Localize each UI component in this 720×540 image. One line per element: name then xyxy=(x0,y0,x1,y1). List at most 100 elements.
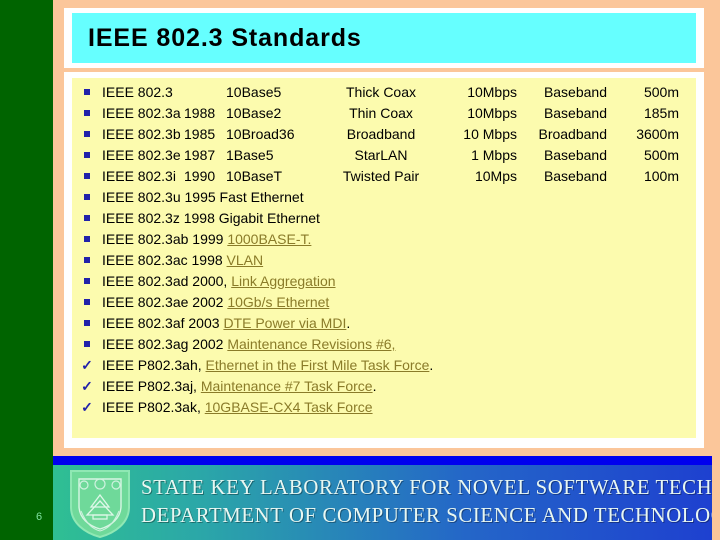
standard-label: IEEE P802.3ah, xyxy=(102,357,206,373)
standards-list-item-text: IEEE 802.3ag 2002 Maintenance Revisions … xyxy=(102,336,395,352)
standards-list-item-text: IEEE 802.3ae 2002 10Gb/s Ethernet xyxy=(102,294,329,310)
standards-table-row: IEEE 802.3a 1988 10Base2 Thin Coax 10Mbps Bas… xyxy=(72,103,696,124)
standards-list-item: IEEE 802.3z 1998 Gigabit Ethernet xyxy=(72,208,696,229)
standard-link[interactable]: Maintenance #7 Task Force xyxy=(201,378,373,394)
square-bullet-icon xyxy=(72,124,102,145)
left-green-bar xyxy=(0,0,53,456)
standard-name: IEEE 802.3b xyxy=(102,126,181,142)
square-bullet-icon xyxy=(72,292,102,313)
standards-list-item: ✓ IEEE P802.3ak, 10GBASE-CX4 Task Force xyxy=(72,397,696,418)
square-bullet-icon xyxy=(72,250,102,271)
standard-label: IEEE 802.3ac 1998 xyxy=(102,252,227,268)
standard-name: IEEE 802.3i xyxy=(102,168,176,184)
standard-link[interactable]: DTE Power via MDI xyxy=(223,315,346,331)
check-bullet-icon: ✓ xyxy=(81,357,93,373)
standards-list-item-text: IEEE 802.3ab 1999 1000BASE-T. xyxy=(102,231,311,247)
standard-label: IEEE 802.3af 2003 xyxy=(102,315,224,331)
standard-rate: 10Mbps xyxy=(467,105,517,121)
square-bullet-icon xyxy=(72,334,102,355)
standards-list-item: IEEE 802.3ac 1998 VLAN xyxy=(72,250,696,271)
standards-list-item-text: IEEE 802.3ac 1998 VLAN xyxy=(102,252,263,268)
standard-name: IEEE 802.3a xyxy=(102,105,181,121)
standard-suffix: . xyxy=(372,378,377,394)
check-bullet-icon: ✓ xyxy=(81,399,93,415)
standard-distance: 100m xyxy=(643,168,679,184)
square-bullet-icon xyxy=(72,271,102,292)
standard-designation: 1Base5 xyxy=(226,147,274,163)
standard-label: IEEE 802.3u 1995 Fast Ethernet xyxy=(102,189,304,205)
square-bullet-icon xyxy=(72,103,102,124)
standards-list-item: IEEE 802.3ae 2002 10Gb/s Ethernet xyxy=(72,292,696,313)
standards-table-row: IEEE 802.3b 1985 10Broad36 Broadband 10 Mbps… xyxy=(72,124,696,145)
standard-label: IEEE 802.3ad 2000, xyxy=(102,273,232,289)
standard-name: IEEE 802.3e xyxy=(102,147,181,163)
standard-link[interactable]: VLAN xyxy=(227,252,264,268)
standards-list-item: ✓ IEEE P802.3aj, Maintenance #7 Task Forc… xyxy=(72,376,696,397)
standard-label: IEEE P802.3ak, xyxy=(102,399,205,415)
standard-media: StarLAN xyxy=(354,147,408,163)
footer-line-department: DEPARTMENT OF COMPUTER SCIENCE AND TECHN… xyxy=(141,503,720,527)
square-bullet-icon xyxy=(72,82,102,103)
standards-list-item: ✓ IEEE P802.3ah, Ethernet in the First Mi… xyxy=(72,355,696,376)
title-box: IEEE 802.3 Standards xyxy=(72,13,696,63)
standard-name: IEEE 802.3 xyxy=(102,84,173,100)
standard-signaling: Baseband xyxy=(543,105,607,121)
standard-media: Thick Coax xyxy=(345,84,417,100)
check-bullet-icon: ✓ xyxy=(81,378,93,394)
footer-banner: STATE KEY LABORATORY FOR NOVEL SOFTWARE … xyxy=(53,465,720,540)
standard-year: 1987 xyxy=(184,147,216,163)
standard-media: Thin Coax xyxy=(349,105,413,121)
square-bullet-icon xyxy=(72,166,102,187)
standard-link[interactable]: Ethernet in the First Mile Task Force xyxy=(206,357,430,373)
standards-table-row: IEEE 802.3i 1990 10BaseT Twisted Pair 10Mps B… xyxy=(72,166,696,187)
standard-media: Broadband xyxy=(346,126,416,142)
standard-designation: 10Broad36 xyxy=(226,126,295,142)
standard-designation: 10BaseT xyxy=(226,168,283,184)
standards-table-row: IEEE 802.3e 1987 1Base5 StarLAN 1 Mbps Baseba… xyxy=(72,145,696,166)
standard-label: IEEE P802.3aj, xyxy=(102,378,201,394)
standards-list-item: IEEE 802.3ag 2002 Maintenance Revisions … xyxy=(72,334,696,355)
square-bullet-icon xyxy=(72,313,102,334)
square-bullet-icon xyxy=(72,187,102,208)
standard-link[interactable]: 10Gb/s Ethernet xyxy=(227,294,329,310)
standards-table-row: IEEE 802.3 10Base5 Thick Coax 10Mbps Baseban… xyxy=(72,82,696,103)
standards-list-item-text: IEEE 802.3z 1998 Gigabit Ethernet xyxy=(102,210,320,226)
standard-distance: 3600m xyxy=(636,126,679,142)
standard-distance: 500m xyxy=(643,84,679,100)
standards-list-item-text: IEEE 802.3ad 2000, Link Aggregation xyxy=(102,273,336,289)
standards-list-item-text: IEEE P802.3aj, Maintenance #7 Task Force… xyxy=(102,378,376,394)
standard-rate: 10Mbps xyxy=(467,84,517,100)
square-bullet-icon xyxy=(72,145,102,166)
standards-list-item-text: IEEE P802.3ah, Ethernet in the First Mil… xyxy=(102,357,433,373)
standard-distance: 500m xyxy=(643,147,679,163)
standard-rate: 10 Mbps xyxy=(463,126,517,142)
standards-list-item-text: IEEE 802.3af 2003 DTE Power via MDI. xyxy=(102,315,350,331)
left-green-bar-lower xyxy=(0,456,53,540)
standard-link[interactable]: Maintenance Revisions #6, xyxy=(227,336,395,352)
standards-list-item-text: IEEE P802.3ak, 10GBASE-CX4 Task Force xyxy=(102,399,373,415)
standard-year: 1988 xyxy=(184,105,216,121)
standard-label: IEEE 802.3z 1998 Gigabit Ethernet xyxy=(102,210,320,226)
footer-text-block: STATE KEY LABORATORY FOR NOVEL SOFTWARE … xyxy=(141,473,720,529)
square-bullet-icon xyxy=(72,208,102,229)
standard-year: 1990 xyxy=(184,168,216,184)
standard-link[interactable]: 10GBASE-CX4 Task Force xyxy=(205,399,373,415)
standards-list-item: IEEE 802.3af 2003 DTE Power via MDI. xyxy=(72,313,696,334)
standards-list-item-text: IEEE 802.3u 1995 Fast Ethernet xyxy=(102,189,304,205)
footer-right-edge xyxy=(712,456,720,540)
standard-label: IEEE 802.3ae 2002 xyxy=(102,294,228,310)
standard-signaling: Broadband xyxy=(538,126,607,142)
footer-line-laboratory: STATE KEY LABORATORY FOR NOVEL SOFTWARE … xyxy=(141,475,720,499)
standard-media: Twisted Pair xyxy=(342,168,420,184)
standard-signaling: Baseband xyxy=(543,168,607,184)
standard-link[interactable]: Link Aggregation xyxy=(231,273,335,289)
content-box: IEEE 802.3 10Base5 Thick Coax 10Mbps Baseban… xyxy=(72,78,696,438)
standard-suffix: . xyxy=(429,357,434,373)
standard-year: 1985 xyxy=(184,126,216,142)
standard-signaling: Baseband xyxy=(543,84,607,100)
standards-list-item: IEEE 802.3u 1995 Fast Ethernet xyxy=(72,187,696,208)
standard-rate: 10Mps xyxy=(474,168,517,184)
standard-link[interactable]: 1000BASE-T. xyxy=(227,231,311,247)
page-number: 6 xyxy=(36,511,43,523)
square-bullet-icon xyxy=(72,229,102,250)
